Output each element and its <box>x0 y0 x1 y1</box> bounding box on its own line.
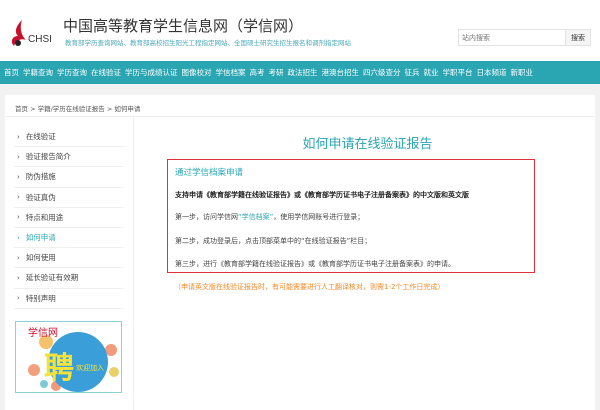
sidebar-item-label: 如何使用 <box>26 252 56 263</box>
banner-big: 聘 <box>44 351 74 386</box>
nav-item[interactable]: 政法招生 <box>288 67 318 78</box>
sidebar: › 在线验证 › 验证报告简介 › 防伪措施 › 验证真伪 › 特点和用途 › 如何申请 › 如何使用 › 延… <box>14 127 124 309</box>
nav-item[interactable]: 四六级查分 <box>363 67 401 78</box>
apply-steps-box: 通过学信档案申请 支持申请《教育部学籍在线验证报告》或《教育部学历证书电子注册备… <box>167 159 535 273</box>
nav-item[interactable]: 学历与成绩认证 <box>125 67 178 78</box>
sidebar-item-label: 防伪措施 <box>26 171 56 182</box>
nav-item[interactable]: 学信档案 <box>216 67 246 78</box>
sidebar-item[interactable]: › 延长验证有效期 <box>14 268 124 288</box>
chevron-right-icon: › <box>17 133 20 141</box>
nav-item[interactable]: 首页 <box>4 67 19 78</box>
search-input[interactable] <box>459 30 565 45</box>
banner-brand: 学信网 <box>28 326 58 339</box>
divider <box>5 116 595 117</box>
site-title: 中国高等教育学生信息网（学信网） <box>63 15 303 36</box>
nav-item[interactable]: 学历查询 <box>57 67 87 78</box>
banner-tag: 欢迎加入 <box>76 363 104 372</box>
divider <box>133 117 134 410</box>
chevron-right-icon: › <box>17 173 20 181</box>
nav-item[interactable]: 港澳台招生 <box>322 67 360 78</box>
nav-item[interactable]: 图像校对 <box>182 67 212 78</box>
sidebar-item-label: 延长验证有效期 <box>26 272 79 283</box>
breadcrumb: 首页 > 学籍/学历在线验证报告 > 如何申请 <box>15 103 140 113</box>
nav-item[interactable]: 就业 <box>424 67 439 78</box>
sidebar-item[interactable]: › 防伪措施 <box>14 167 124 187</box>
step-3: 第三步，进行《教育部学籍在线验证报告》或《教育部学历证书电子注册备案表》的申请。 <box>175 259 455 269</box>
sidebar-item-label: 如何申请 <box>26 232 56 243</box>
chevron-right-icon: › <box>17 234 20 242</box>
nav-item[interactable]: 征兵 <box>405 67 420 78</box>
chevron-right-icon: › <box>17 294 20 302</box>
sidebar-item[interactable]: › 特别声明 <box>14 289 124 309</box>
sidebar-item-label: 在线验证 <box>26 131 56 142</box>
sidebar-item[interactable]: › 特点和用途 <box>14 208 124 228</box>
box-heading: 通过学信档案申请 <box>175 166 243 178</box>
chevron-right-icon: › <box>17 274 20 282</box>
support-text: 支持申请《教育部学籍在线验证报告》或《教育部学历证书电子注册备案表》的中文版和英… <box>175 190 469 200</box>
chevron-right-icon: › <box>17 193 20 201</box>
search-button[interactable]: 搜索 <box>565 30 590 45</box>
sidebar-item[interactable]: › 如何使用 <box>14 248 124 268</box>
site-subtitle: 教育部学历查询网站、教育部高校招生阳光工程指定网站、全国硕士研究生招生报名和调剂… <box>65 37 351 47</box>
step-2: 第二步，成功登录后，点击顶部菜单中的“在线验证报告”栏目； <box>175 236 371 246</box>
sidebar-item-label: 特别声明 <box>26 293 56 304</box>
xuexin-dangan-link[interactable]: “学信档案” <box>238 213 273 221</box>
chevron-right-icon: › <box>17 153 20 161</box>
nav-item[interactable]: 日本频道 <box>477 67 507 78</box>
step-1-text-end: ，使用学信网账号进行登录； <box>273 213 364 221</box>
sidebar-item[interactable]: › 验证报告简介 <box>14 147 124 167</box>
sidebar-item-label: 验证真伪 <box>26 192 56 203</box>
logo-text: CHSI <box>28 34 52 45</box>
sidebar-item[interactable]: › 验证真伪 <box>14 188 124 208</box>
header: CHSI 中国高等教育学生信息网（学信网） 教育部学历查询网站、教育部高校招生阳… <box>0 0 600 61</box>
chevron-right-icon: › <box>17 254 20 262</box>
recruit-banner[interactable]: 学信网 聘 欢迎加入 <box>15 321 122 393</box>
nav-item[interactable]: 新职业 <box>511 67 534 78</box>
main-nav: 首页学籍查询学历查询在线验证学历与成绩认证图像校对学信档案高考考研政法招生港澳台… <box>0 61 600 84</box>
search-box: 搜索 <box>458 29 591 46</box>
step-1: 第一步，访问学信网“学信档案”，使用学信网账号进行登录； <box>175 212 364 222</box>
sidebar-item[interactable]: › 在线验证 <box>14 127 124 147</box>
nav-item[interactable]: 考研 <box>269 67 284 78</box>
nav-item[interactable]: 学籍查询 <box>23 67 53 78</box>
nav-item[interactable]: 高考 <box>250 67 265 78</box>
sidebar-item-label: 特点和用途 <box>26 212 64 223</box>
chevron-right-icon: › <box>17 213 20 221</box>
note-text: （申请英文版在线验证报告时，有可能需要进行人工翻译核对，则需1-2个工作日完成） <box>174 282 444 292</box>
sidebar-item[interactable]: › 如何申请 <box>14 228 124 248</box>
sidebar-item-label: 验证报告简介 <box>26 151 71 162</box>
step-1-text: 第一步，访问学信网 <box>175 213 238 221</box>
banner-art-icon: 学信网 聘 欢迎加入 <box>16 322 122 393</box>
nav-item[interactable]: 学职平台 <box>443 67 473 78</box>
nav-item[interactable]: 在线验证 <box>91 67 121 78</box>
page-title: 如何申请在线验证报告 <box>140 133 595 152</box>
